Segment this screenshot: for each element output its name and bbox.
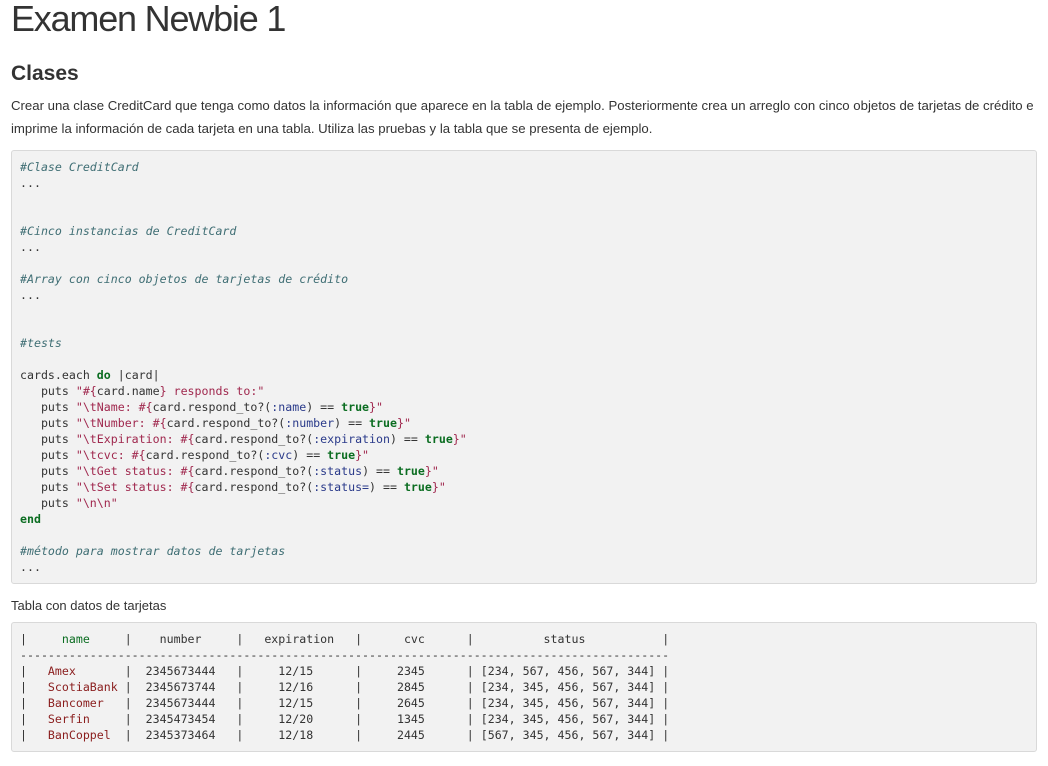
code-comment-method: #método para mostrar datos de tarjetas <box>20 544 286 558</box>
cell-name: Serfin <box>26 712 125 726</box>
table-header-cell: number <box>131 632 237 646</box>
cell-number: 2345673444 <box>131 664 237 678</box>
table-divider: ----------------------------------------… <box>20 648 670 662</box>
ascii-table: | name | number | expiration | cvc | sta… <box>11 622 1037 752</box>
code-ellipsis: ... <box>20 240 41 254</box>
table-row: | BanCoppel | 2345373464 | 12/18 | 2445 … <box>20 728 670 742</box>
cell-expiration: 12/15 <box>243 664 356 678</box>
table-header-cell: expiration <box>243 632 356 646</box>
table-caption: Tabla con datos de tarjetas <box>11 598 167 613</box>
section-title: Clases <box>11 62 79 85</box>
code-ellipsis: ... <box>20 560 41 574</box>
cell-number: 2345673744 <box>131 680 237 694</box>
cell-number: 2345673444 <box>131 696 237 710</box>
cell-cvc: 1345 <box>362 712 467 726</box>
cell-cvc: 2445 <box>362 728 467 742</box>
cell-cvc: 2345 <box>362 664 467 678</box>
cell-number: 2345373464 <box>131 728 237 742</box>
cell-status: [234, 345, 456, 567, 344] <box>473 696 663 710</box>
code-comment-instances: #Cinco instancias de CreditCard <box>20 224 237 238</box>
cell-number: 2345473454 <box>131 712 237 726</box>
cell-expiration: 12/18 <box>243 728 356 742</box>
cell-cvc: 2845 <box>362 680 467 694</box>
code-comment-tests: #tests <box>20 336 62 350</box>
cell-cvc: 2645 <box>362 696 467 710</box>
code-block: #Clase CreditCard ... #Cinco instancias … <box>11 150 1037 584</box>
cell-name: Bancomer <box>26 696 125 710</box>
cell-status: [234, 345, 456, 567, 344] <box>473 680 663 694</box>
cell-status: [234, 345, 456, 567, 344] <box>473 712 663 726</box>
table-header-row: | name | number | expiration | cvc | sta… <box>20 632 670 646</box>
cell-status: [234, 567, 456, 567, 344] <box>473 664 663 678</box>
table-row: | Amex | 2345673444 | 12/15 | 2345 | [23… <box>20 664 670 678</box>
code-comment-array: #Array con cinco objetos de tarjetas de … <box>20 272 349 286</box>
description: Crear una clase CreditCard que tenga com… <box>11 98 1034 136</box>
table-header-cell: name <box>26 632 125 646</box>
cell-name: BanCoppel <box>26 728 125 742</box>
cell-name: ScotiaBank <box>26 680 125 694</box>
cell-expiration: 12/20 <box>243 712 356 726</box>
code-comment-class: #Clase CreditCard <box>20 160 139 174</box>
table-header-cell: status <box>473 632 663 646</box>
cell-expiration: 12/16 <box>243 680 356 694</box>
table-row: | Serfin | 2345473454 | 12/20 | 1345 | [… <box>20 712 670 726</box>
table-row: | Bancomer | 2345673444 | 12/15 | 2645 |… <box>20 696 670 710</box>
page: Examen Newbie 1 Clases Crear una clase C… <box>0 0 1048 752</box>
code-ellipsis: ... <box>20 176 41 190</box>
table-row: | ScotiaBank | 2345673744 | 12/16 | 2845… <box>20 680 670 694</box>
code-ellipsis: ... <box>20 288 41 302</box>
page-title: Examen Newbie 1 <box>11 0 286 39</box>
cell-name: Amex <box>26 664 125 678</box>
cell-status: [567, 345, 456, 567, 344] <box>473 728 663 742</box>
cell-expiration: 12/15 <box>243 696 356 710</box>
table-header-cell: cvc <box>362 632 467 646</box>
